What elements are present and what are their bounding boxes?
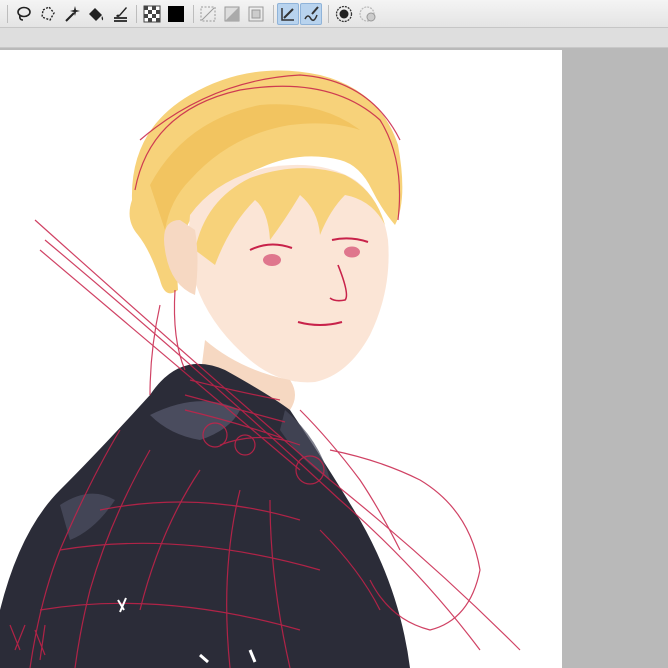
brush-settings-icon [114, 7, 127, 22]
record-button[interactable] [333, 3, 355, 25]
vector-brush-icon [304, 6, 319, 22]
invert-selection-button[interactable] [221, 3, 243, 25]
lasso-tool-button[interactable] [13, 3, 35, 25]
pen-stabilizer-button[interactable] [277, 3, 299, 25]
select-all-button[interactable] [245, 3, 267, 25]
magic-wand-icon [65, 6, 80, 22]
color-mixer-icon [359, 6, 376, 22]
toolbar-separator [136, 5, 137, 23]
toolbar-separator [328, 5, 329, 23]
transparent-color-icon [143, 5, 161, 23]
artwork-illustration [0, 70, 521, 668]
clear-selection-icon [200, 6, 216, 22]
transparent-color-button[interactable] [141, 3, 163, 25]
toolbar-separator [193, 5, 194, 23]
vector-brush-button[interactable] [300, 3, 322, 25]
tool-toolbar [0, 0, 668, 28]
select-all-icon [248, 6, 264, 22]
pen-stabilizer-icon [281, 8, 294, 21]
toolbar-separator [7, 5, 8, 23]
clear-selection-button[interactable] [197, 3, 219, 25]
magic-wand-button[interactable] [61, 3, 83, 25]
canvas-ruler-bar [0, 28, 668, 48]
record-icon [335, 5, 353, 23]
black-color-swatch-button[interactable] [165, 3, 187, 25]
fill-bucket-icon [89, 8, 104, 21]
drawing-canvas[interactable] [0, 50, 562, 668]
polyline-selection-icon [41, 6, 55, 21]
black-color-swatch-icon [168, 6, 184, 22]
fill-bucket-button[interactable] [85, 3, 107, 25]
toolbar-separator [273, 5, 274, 23]
brush-settings-button[interactable] [109, 3, 131, 25]
color-mixer-button[interactable] [357, 3, 379, 25]
invert-selection-icon [224, 6, 240, 22]
lasso-tool-icon [17, 6, 31, 21]
polyline-selection-button[interactable] [37, 3, 59, 25]
